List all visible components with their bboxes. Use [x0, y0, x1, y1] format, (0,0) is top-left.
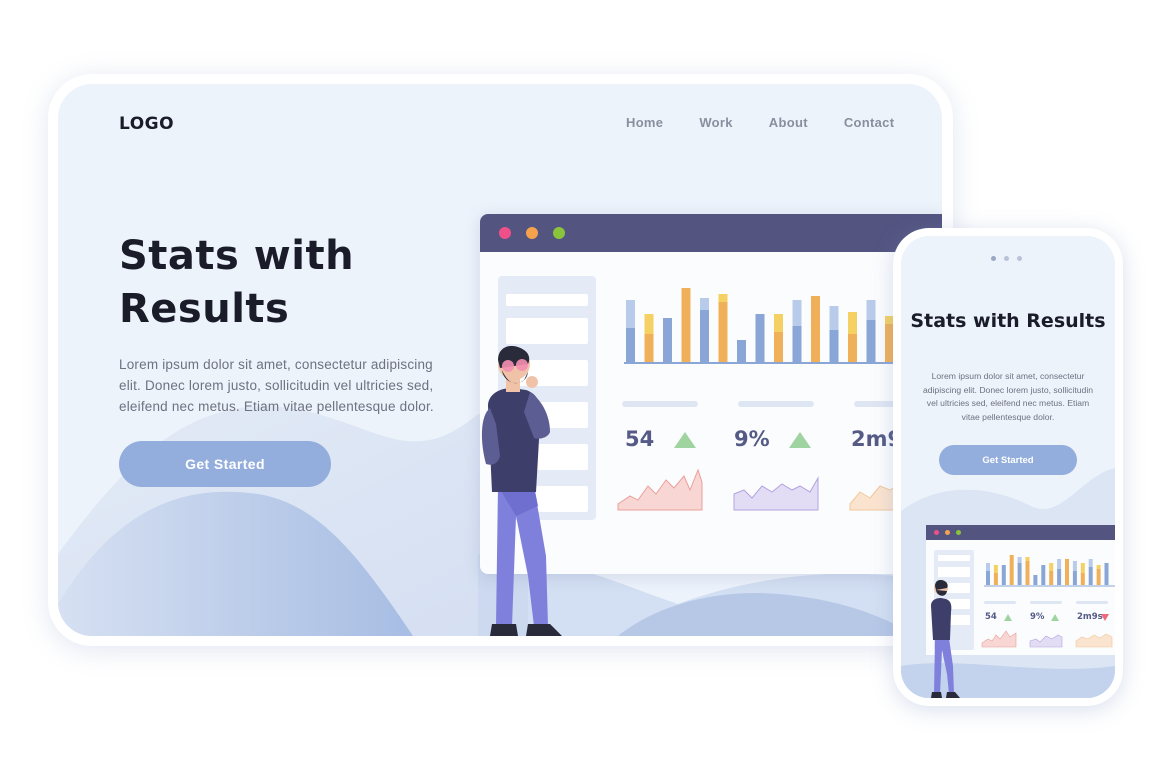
hero-title: Stats with Results: [119, 233, 355, 332]
chart-bar: [1065, 559, 1069, 585]
chart-bar: [1049, 563, 1054, 571]
phone-hero-title: Stats with Results: [910, 310, 1106, 332]
chart-bar: [1104, 563, 1109, 585]
chart-bar: [986, 571, 990, 585]
trend-up-icon: [789, 432, 811, 448]
phone-stat-value: 2m9s: [1077, 612, 1103, 622]
chart-bar: [1017, 563, 1022, 585]
chart-bar: [993, 573, 998, 585]
chart-bar: [1088, 567, 1093, 585]
chart-bar: [1072, 561, 1077, 571]
nav-work-link[interactable]: Work: [699, 115, 732, 130]
get-started-button[interactable]: Get Started: [119, 441, 331, 487]
phone-speaker-dots: [991, 256, 1022, 261]
hero-description: Lorem ipsum dolor sit amet, consectetur …: [119, 357, 434, 414]
nav-about-link[interactable]: About: [769, 115, 808, 130]
logo[interactable]: LOGO: [119, 114, 174, 134]
chart-bar: [1080, 563, 1085, 573]
chart-bar: [1096, 565, 1101, 569]
chart-bar: [1025, 557, 1030, 561]
chart-bar: [1049, 571, 1054, 585]
trend-up-icon: [674, 432, 696, 448]
chart-bar: [1057, 559, 1062, 569]
nav-contact-link[interactable]: Contact: [844, 115, 895, 130]
chart-bar: [1072, 571, 1077, 585]
phone-stat-value: 54: [985, 612, 997, 622]
nav-home-link[interactable]: Home: [626, 115, 663, 130]
chart-bar: [1096, 569, 1101, 585]
chart-bar: [1057, 569, 1062, 585]
phone-hero-description: Lorem ipsum dolor sit amet, consectetur …: [922, 371, 1094, 422]
chart-bar: [986, 563, 990, 571]
chart-bar: [1001, 565, 1006, 585]
chart-bar: [1025, 561, 1030, 585]
trend-up-icon: [1004, 614, 1012, 621]
chart-bar: [1033, 575, 1038, 585]
phone-get-started-button[interactable]: Get Started: [939, 445, 1077, 475]
chart-bar: [1041, 565, 1046, 585]
phone-stat-value: 9%: [1030, 612, 1045, 622]
chart-bar: [993, 565, 998, 573]
trend-up-icon: [1051, 614, 1059, 621]
desktop-screen: LOGO Home Work About Contact Stats with …: [58, 84, 942, 636]
sparkline-purple: [733, 476, 819, 511]
person-illustration: [481, 346, 562, 636]
chart-bar: [1080, 573, 1085, 585]
chart-bar: [1017, 557, 1022, 563]
chart-bar: [1009, 555, 1014, 585]
sparkline-red: [617, 468, 703, 511]
phone-screen: Stats with Results Lorem ipsum dolor sit…: [901, 236, 1115, 698]
main-nav: Home Work About Contact: [626, 115, 894, 130]
chart-bar: [1088, 559, 1093, 567]
phone-person-illustration: [931, 580, 960, 698]
